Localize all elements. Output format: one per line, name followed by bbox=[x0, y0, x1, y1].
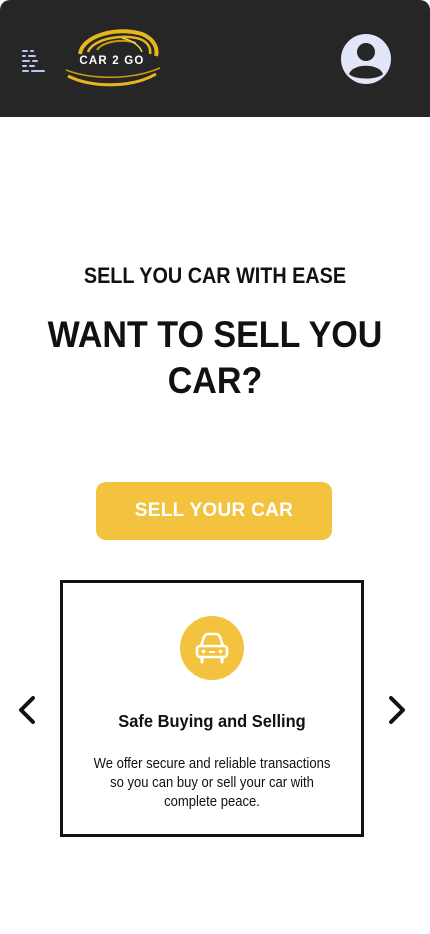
page: CAR 2 GO SELL YOU CAR WITH EASE WANT TO … bbox=[0, 0, 430, 934]
hero-title: WANT TO SELL YOU CAR? bbox=[47, 314, 383, 401]
chevron-right-icon[interactable] bbox=[382, 690, 410, 730]
logo-text: CAR 2 GO bbox=[79, 55, 145, 67]
sell-your-car-button[interactable]: SELL YOUR CAR bbox=[96, 482, 332, 540]
hero-subtitle: SELL YOU CAR WITH EASE bbox=[83, 263, 347, 288]
menu-icon[interactable] bbox=[18, 45, 50, 77]
car-icon bbox=[180, 616, 244, 680]
car2go-logo[interactable]: CAR 2 GO bbox=[62, 24, 162, 94]
app-header: CAR 2 GO bbox=[0, 0, 430, 117]
feature-card: Safe Buying and Selling We offer secure … bbox=[60, 580, 364, 837]
chevron-left-icon[interactable] bbox=[15, 690, 43, 730]
card-description: We offer secure and reliable transaction… bbox=[93, 756, 331, 810]
card-title: Safe Buying and Selling bbox=[118, 711, 306, 731]
user-avatar-icon[interactable] bbox=[340, 33, 392, 85]
